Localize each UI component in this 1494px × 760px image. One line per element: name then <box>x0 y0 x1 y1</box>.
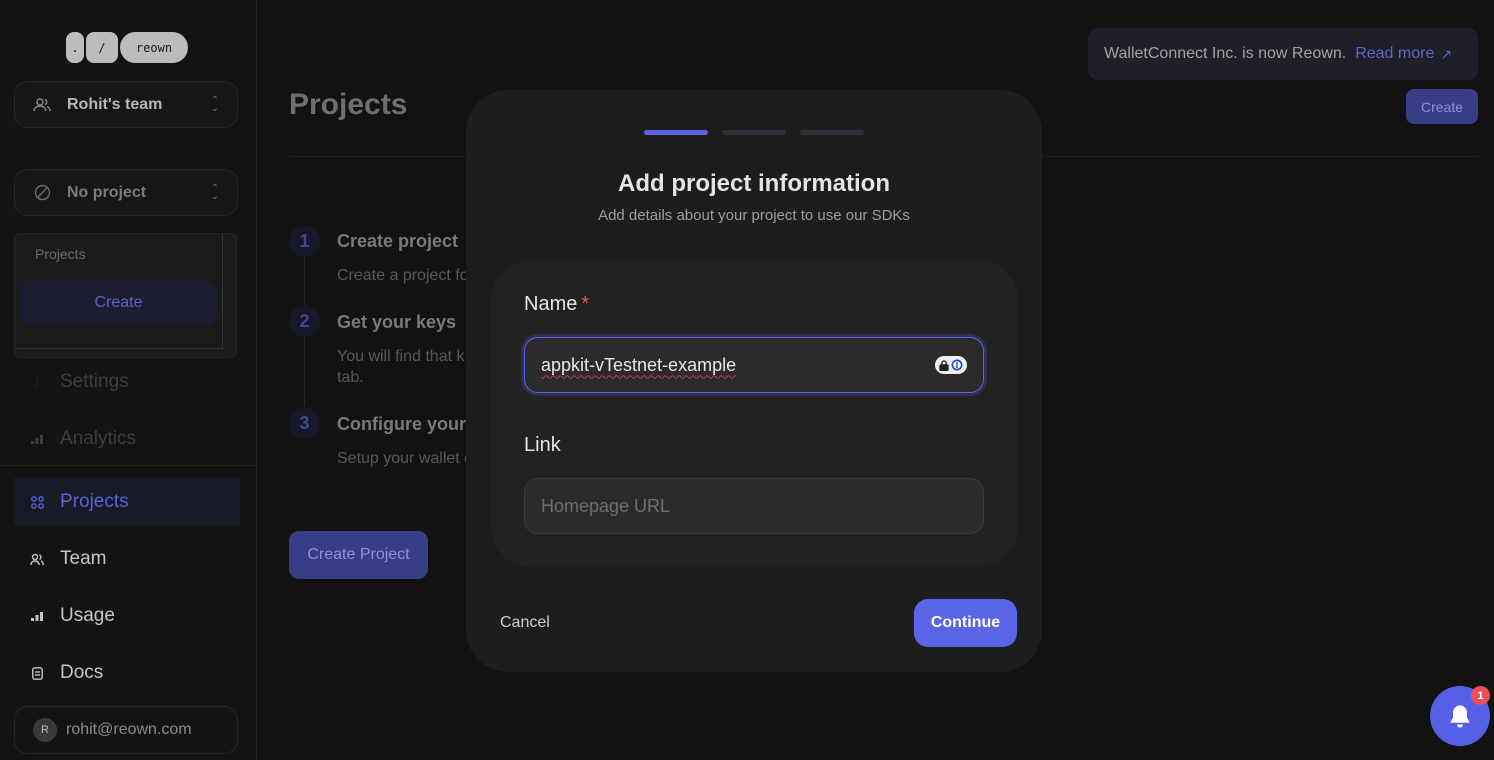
step-description: You will find that k <box>337 348 465 365</box>
sidebar-item-settings[interactable]: ⫶ Settings <box>14 358 240 406</box>
bar-chart-icon <box>30 432 44 446</box>
no-project-icon <box>33 184 51 202</box>
progress-step-2 <box>722 130 786 135</box>
step-description: Setup your wallet c <box>337 450 473 467</box>
homepage-url-placeholder: Homepage URL <box>541 495 671 516</box>
notification-badge: 1 <box>1471 686 1490 705</box>
sidebar-item-label: Docs <box>60 662 104 683</box>
step-number: 2 <box>289 306 320 337</box>
users-icon <box>33 96 51 114</box>
logo-wordmark: reown <box>120 32 188 63</box>
progress-step-3 <box>800 130 864 135</box>
project-dropdown: Projects Create <box>14 233 237 358</box>
create-button[interactable]: Create <box>1406 89 1478 124</box>
team-icon <box>30 552 44 566</box>
project-selector[interactable]: No project ⌃ ⌄ <box>14 169 238 216</box>
dropdown-create-button[interactable]: Create <box>19 279 218 326</box>
name-input-value: appkit-vTestnet-example <box>541 354 737 375</box>
name-input[interactable]: appkit-vTestnet-example <box>524 337 984 393</box>
page-title: Projects <box>289 88 408 121</box>
step-description: Create a project fo <box>337 267 469 284</box>
required-mark: * <box>581 293 590 315</box>
step-connector <box>304 258 305 308</box>
sidebar-item-analytics[interactable]: Analytics <box>14 415 240 463</box>
logo-slash: / <box>86 32 118 63</box>
sidebar-item-label: Analytics <box>60 428 137 449</box>
user-account[interactable]: R rohit@reown.com <box>14 706 238 754</box>
sidebar-item-usage[interactable]: Usage <box>14 592 240 640</box>
sidebar: . / reown Rohit's team ⌃ ⌄ No project ⌃ ⌄ … <box>0 0 257 760</box>
modal-title: Add project information <box>618 170 890 197</box>
project-dropdown-section-label: Projects <box>35 246 86 262</box>
sidebar-item-label: Settings <box>60 371 129 392</box>
arrow-up-right-icon: ↗ <box>1440 45 1453 62</box>
sidebar-item-label: Team <box>60 548 107 569</box>
continue-button[interactable]: Continue <box>914 599 1017 647</box>
logo-dot: . <box>66 32 84 63</box>
add-project-modal: Add project information Add details abou… <box>466 90 1042 672</box>
link-label: Link <box>524 434 561 456</box>
sidebar-item-projects[interactable]: Projects <box>14 478 240 526</box>
team-selector-label: Rohit's team <box>67 95 163 113</box>
homepage-url-input[interactable]: Homepage URL <box>524 478 984 534</box>
step-number: 1 <box>289 226 320 257</box>
step-title: Create project <box>337 231 459 251</box>
team-selector[interactable]: Rohit's team ⌃ ⌄ <box>14 81 238 128</box>
read-more-link[interactable]: Read more <box>1355 45 1434 63</box>
step-description: tab. <box>337 369 364 386</box>
cancel-button[interactable]: Cancel <box>500 614 550 632</box>
sidebar-item-label: Projects <box>60 491 129 512</box>
password-manager-icon[interactable] <box>935 356 967 374</box>
step-number: 3 <box>289 408 320 439</box>
sliders-icon: ⫶ <box>35 374 39 389</box>
sidebar-item-label: Usage <box>60 605 115 626</box>
reown-logo[interactable]: . / reown <box>66 32 188 63</box>
step-title: Get your keys <box>337 312 457 332</box>
project-selector-label: No project <box>67 183 147 201</box>
chevron-updown-icon: ⌃ ⌄ <box>210 182 219 202</box>
avatar: R <box>33 718 57 742</box>
project-form: Name * appkit-vTestnet-example Link Homep… <box>491 260 1018 567</box>
sidebar-item-docs[interactable]: Docs <box>14 649 240 697</box>
modal-subtitle: Add details about your project to use ou… <box>598 207 910 224</box>
name-label: Name * <box>524 293 589 316</box>
document-icon <box>30 666 44 680</box>
rebrand-banner: WalletConnect Inc. is now Reown. Read mo… <box>1088 28 1478 80</box>
chevron-updown-icon: ⌃ ⌄ <box>210 94 219 114</box>
sidebar-divider <box>0 465 257 466</box>
create-project-button[interactable]: Create Project <box>289 531 428 579</box>
bar-chart-icon <box>30 609 44 623</box>
sidebar-item-team[interactable]: Team <box>14 535 240 583</box>
grid-icon <box>30 495 44 509</box>
step-progress <box>644 130 864 135</box>
progress-step-1 <box>644 130 708 135</box>
banner-text: WalletConnect Inc. is now Reown. <box>1104 45 1347 62</box>
bell-icon <box>1450 705 1470 728</box>
step-connector <box>304 338 305 406</box>
user-email: rohit@reown.com <box>66 721 192 738</box>
step-title: Configure your <box>337 414 466 434</box>
name-label-text: Name <box>524 293 578 315</box>
